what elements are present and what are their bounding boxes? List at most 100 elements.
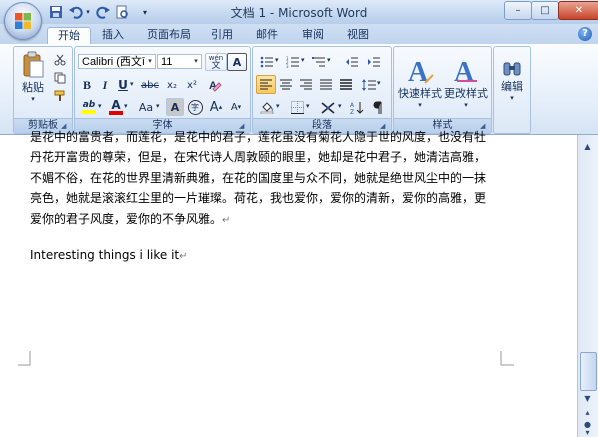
chevron-down-icon[interactable]: ▾ [145,55,155,68]
change-case-dropdown-icon[interactable]: ▾ [156,102,160,110]
strikethrough-button[interactable]: abc [138,76,162,94]
align-left-button[interactable] [256,75,276,94]
underline-dropdown-icon[interactable]: ▾ [130,80,134,88]
highlight-button[interactable]: ab [78,97,100,117]
editing-button[interactable]: 编辑 ▾ [496,50,528,112]
justify-icon [320,79,332,90]
border-grid-icon [290,101,304,114]
char-shading-button[interactable]: A [166,98,184,116]
cut-button[interactable] [50,51,70,69]
font-name-combo[interactable]: Calibri (西文ī ▾ [78,54,156,69]
grow-font-button[interactable]: A ▴ [206,98,226,116]
increase-indent-button[interactable] [363,52,385,71]
distributed-icon [340,79,352,90]
highlight-dropdown-icon[interactable]: ▾ [98,102,102,110]
highlight-label: ab [82,100,96,110]
font-group: Calibri (西文ī ▾ 11 ▾ wén 文 A B I U ▾ abc … [74,46,251,134]
numbered-list-icon: 123 [286,56,299,68]
page-corner-mark-left [18,351,31,366]
tab-home[interactable]: 开始 [47,27,91,45]
shading-button[interactable] [256,98,278,117]
italic-button[interactable]: I [96,76,114,94]
phonetic-guide-button[interactable]: wén 文 [205,53,227,71]
increase-indent-icon [368,57,380,66]
quick-styles-dropdown-icon: ▾ [418,101,422,109]
chinese-layout-dropdown-icon[interactable]: ▾ [338,102,342,110]
decrease-indent-button[interactable] [341,52,363,71]
scroll-up-arrow-icon[interactable]: ▲ [580,140,595,153]
sort-button[interactable]: AZ [346,98,368,117]
maximize-button[interactable]: □ [531,1,559,20]
bullets-dropdown-icon[interactable]: ▾ [275,56,279,64]
next-page-icon[interactable]: ▾ [580,428,595,437]
editing-dropdown-icon: ▾ [510,94,514,102]
change-styles-label: 更改样式 [444,87,488,100]
svg-text:Z: Z [350,109,354,114]
tab-insert[interactable]: 插入 [92,27,134,44]
shrink-font-button[interactable]: A ▾ [226,98,246,116]
clear-format-button[interactable]: A [204,76,226,94]
multilevel-dropdown-icon[interactable]: ▾ [327,56,331,64]
editing-label: 编辑 [501,80,523,93]
tab-view[interactable]: 视图 [337,27,379,44]
english-text-line[interactable]: Interesting things i like it↵ [30,248,188,262]
minimize-button[interactable]: – [504,1,532,20]
office-button[interactable] [4,2,42,40]
justify-button[interactable] [316,75,336,94]
chevron-down-icon[interactable]: ▾ [191,55,201,68]
clear-formatting-icon: A [209,80,222,92]
line-spacing-icon [362,78,376,91]
document-body-text[interactable]: 是花中的富贵者，而莲花，是花中的君子，莲花虽没有菊花人隐于世的风度，也没有牡 丹… [30,130,502,231]
grow-font-label: A [209,99,219,115]
align-left-icon [260,79,272,90]
scroll-thumb[interactable] [580,352,597,391]
enclose-char-button[interactable]: 字 [186,98,204,116]
chinese-layout-button[interactable] [316,98,340,117]
distributed-button[interactable] [336,75,356,94]
font-color-dropdown-icon[interactable]: ▾ [124,102,128,110]
change-styles-icon: A [454,57,477,85]
show-marks-button[interactable] [368,98,388,117]
enclose-char-icon: 字 [187,99,203,115]
shading-dropdown-icon[interactable]: ▾ [276,102,280,110]
tab-review[interactable]: 审阅 [292,27,334,44]
borders-button[interactable] [286,98,308,117]
format-painter-button[interactable] [50,87,70,105]
font-color-button[interactable]: A [106,97,126,117]
font-size-value: 11 [161,56,173,68]
tab-mailings[interactable]: 邮件 [246,27,288,44]
font-color-bar [109,110,123,115]
line-spacing-dropdown-icon[interactable]: ▾ [377,79,381,87]
align-center-button[interactable] [276,75,296,94]
numbering-dropdown-icon[interactable]: ▾ [301,56,305,64]
change-case-button[interactable]: Aa [134,98,158,116]
scroll-down-arrow-icon[interactable]: ▼ [580,392,595,405]
document-line: 丹花开富贵的尊荣，但是，在宋代诗人周敦颐的眼里，她却是花中君子，她清洁高雅， [30,150,487,165]
change-styles-button[interactable]: A 更改样式 ▾ [442,50,490,114]
borders-dropdown-icon[interactable]: ▾ [306,102,310,110]
pilcrow-icon [373,101,382,114]
page-corner-mark-right [500,351,514,366]
copy-button[interactable] [50,69,70,87]
paste-button[interactable]: 粘贴 ▾ [17,50,49,104]
bold-button[interactable]: B [78,76,96,94]
document-line: 亮色，她就是滚滚红尘里的一片璀璨。荷花，我也爱你，爱你的清新，爱你的高雅，更 [30,191,487,206]
help-icon[interactable]: ? [578,27,592,41]
align-right-button[interactable] [296,75,316,94]
superscript-button[interactable]: x² [182,76,202,94]
paragraph-mark: ↵ [179,251,188,262]
paste-icon [23,51,44,78]
font-color-label: A [111,97,121,112]
tab-references[interactable]: 引用 [201,27,243,44]
close-button[interactable]: ✕ [558,1,598,20]
english-text: Interesting things i like it [30,248,180,262]
paragraph-group: ▾ 123 ▾ ▾ ▾ ▾ ▾ ▾ AZ 段落 ◢ [252,46,392,134]
sort-icon: AZ [350,102,364,114]
quick-styles-label: 快速样式 [398,87,442,100]
subscript-button[interactable]: x₂ [162,76,182,94]
quick-styles-button[interactable]: A 快速样式 ▾ [396,50,444,114]
char-border-button[interactable]: A [227,53,247,71]
clipboard-group: 粘贴 ▾ 剪贴板 ◢ [13,46,73,134]
font-size-combo[interactable]: 11 ▾ [157,54,202,69]
tab-page-layout[interactable]: 页面布局 [137,27,201,44]
